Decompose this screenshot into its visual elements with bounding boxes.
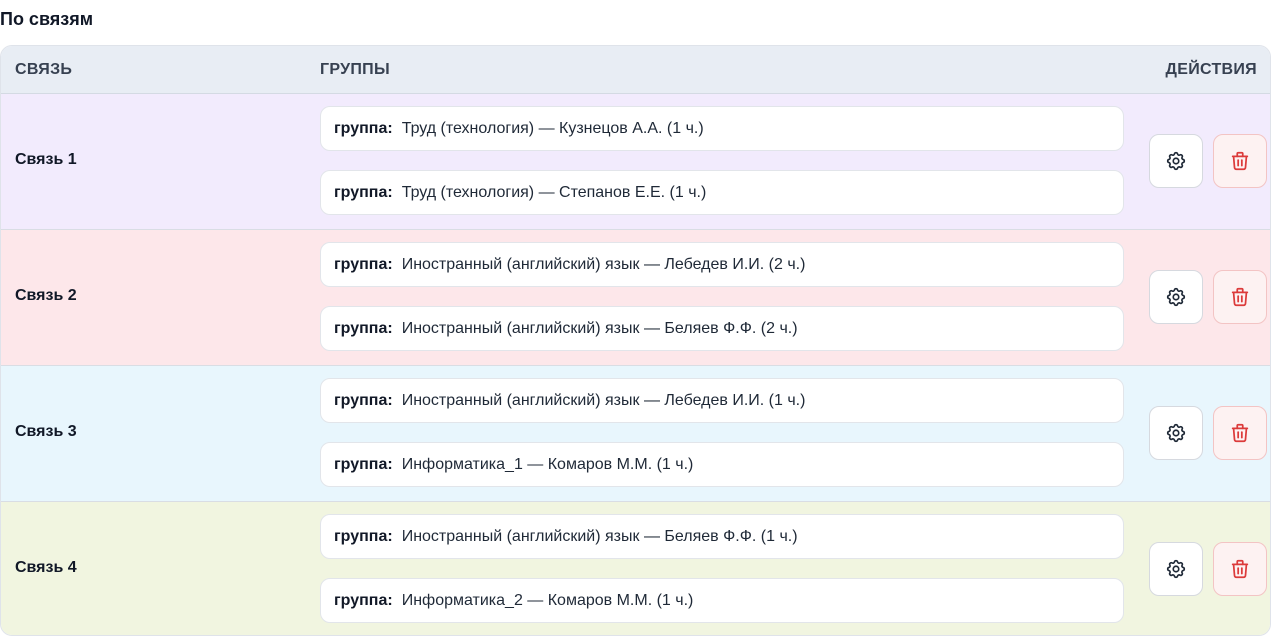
trash-icon xyxy=(1229,286,1251,308)
group-chip: группа: Информатика_1 — Комаров М.М. (1 … xyxy=(320,442,1124,487)
delete-button[interactable] xyxy=(1213,406,1267,460)
group-label: группа: xyxy=(334,183,393,201)
trash-icon xyxy=(1229,150,1251,172)
group-value: Иностранный (английский) язык — Беляев Ф… xyxy=(401,527,798,545)
group-chip: группа: Информатика_2 — Комаров М.М. (1 … xyxy=(320,578,1124,623)
link-name: Связь 1 xyxy=(15,151,77,168)
group-value: Иностранный (английский) язык — Лебедев … xyxy=(401,255,806,273)
trash-icon xyxy=(1229,422,1251,444)
table-row: Связь 2 группа: Иностранный (английский)… xyxy=(1,230,1270,366)
links-table: СВЯЗЬ ГРУППЫ ДЕЙСТВИЯ Связь 1 группа: Тр… xyxy=(0,45,1271,636)
settings-button[interactable] xyxy=(1149,406,1203,460)
group-label: группа: xyxy=(334,455,393,473)
group-label: группа: xyxy=(334,527,393,545)
gear-icon xyxy=(1165,558,1187,580)
group-chip: группа: Иностранный (английский) язык — … xyxy=(320,514,1124,559)
group-chip: группа: Иностранный (английский) язык — … xyxy=(320,306,1124,351)
group-label: группа: xyxy=(334,591,393,609)
group-chip: группа: Труд (технология) — Степанов Е.Е… xyxy=(320,170,1124,215)
group-value: Труд (технология) — Кузнецов А.А. (1 ч.) xyxy=(401,119,704,137)
column-header-link: СВЯЗЬ xyxy=(15,61,73,78)
group-value: Иностранный (английский) язык — Лебедев … xyxy=(401,391,806,409)
group-label: группа: xyxy=(334,391,393,409)
settings-button[interactable] xyxy=(1149,134,1203,188)
group-chip: группа: Труд (технология) — Кузнецов А.А… xyxy=(320,106,1124,151)
group-label: группа: xyxy=(334,319,393,337)
group-value: Информатика_2 — Комаров М.М. (1 ч.) xyxy=(401,591,694,609)
link-name: Связь 2 xyxy=(15,287,77,304)
gear-icon xyxy=(1165,150,1187,172)
section-title: По связям xyxy=(0,9,94,29)
column-header-groups: ГРУППЫ xyxy=(320,61,390,78)
gear-icon xyxy=(1165,286,1187,308)
group-value: Информатика_1 — Комаров М.М. (1 ч.) xyxy=(401,455,694,473)
trash-icon xyxy=(1229,558,1251,580)
settings-button[interactable] xyxy=(1149,542,1203,596)
group-value: Труд (технология) — Степанов Е.Е. (1 ч.) xyxy=(401,183,707,201)
group-chip: группа: Иностранный (английский) язык — … xyxy=(320,242,1124,287)
table-row: Связь 3 группа: Иностранный (английский)… xyxy=(1,366,1270,502)
group-label: группа: xyxy=(334,119,393,137)
gear-icon xyxy=(1165,422,1187,444)
link-name: Связь 4 xyxy=(15,559,77,576)
group-value: Иностранный (английский) язык — Беляев Ф… xyxy=(401,319,798,337)
delete-button[interactable] xyxy=(1213,134,1267,188)
group-chip: группа: Иностранный (английский) язык — … xyxy=(320,378,1124,423)
table-row: Связь 4 группа: Иностранный (английский)… xyxy=(1,502,1270,635)
group-label: группа: xyxy=(334,255,393,273)
settings-button[interactable] xyxy=(1149,270,1203,324)
link-name: Связь 3 xyxy=(15,423,77,440)
column-header-actions: ДЕЙСТВИЯ xyxy=(1165,61,1257,78)
delete-button[interactable] xyxy=(1213,270,1267,324)
table-row: Связь 1 группа: Труд (технология) — Кузн… xyxy=(1,94,1270,230)
table-header: СВЯЗЬ ГРУППЫ ДЕЙСТВИЯ xyxy=(1,46,1270,94)
delete-button[interactable] xyxy=(1213,542,1267,596)
